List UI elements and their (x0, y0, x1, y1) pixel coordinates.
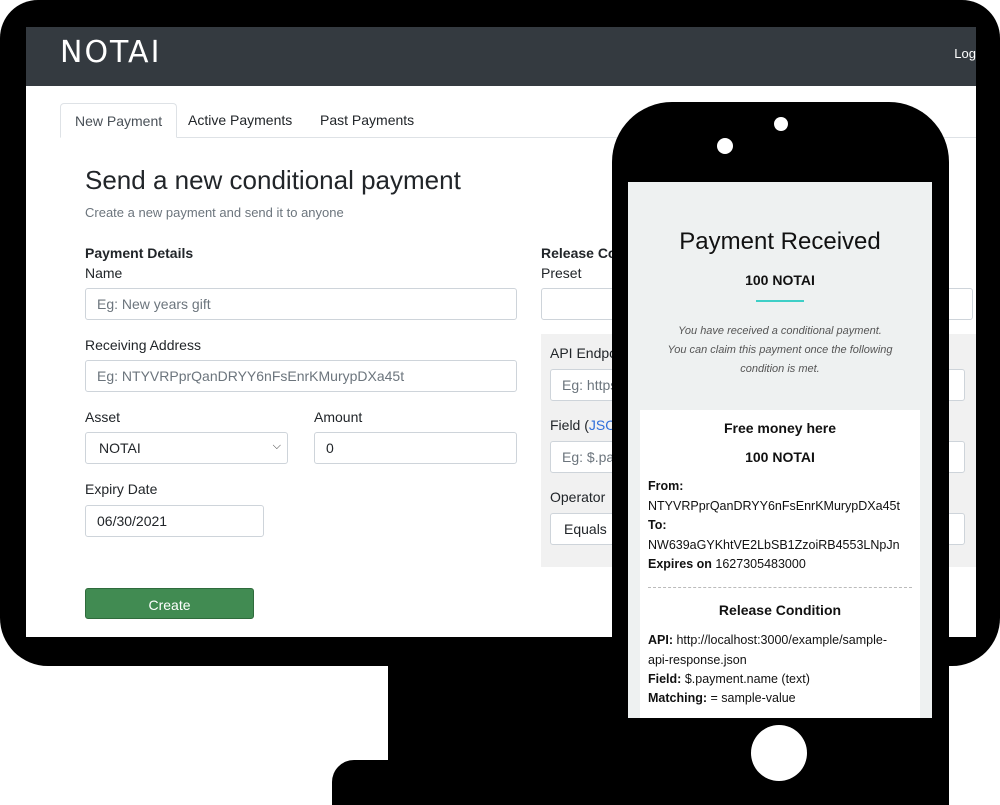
expires-line: Expires on 1627305483000 (648, 557, 806, 571)
tab-past-payments[interactable]: Past Payments (306, 103, 428, 138)
amount-label: Amount (314, 409, 363, 425)
card-title: Free money here (723, 420, 837, 436)
login-link[interactable]: Log (954, 46, 976, 61)
monitor-stand-neck (388, 640, 620, 780)
tab-active-payments[interactable]: Active Payments (174, 103, 306, 138)
card-amount: 100 NOTAI (745, 449, 815, 465)
api-line: API: http://localhost:3000/example/sampl… (648, 633, 888, 647)
asset-select-value: NOTAI (99, 440, 141, 456)
phone-camera (774, 117, 788, 131)
tab-new-payment[interactable]: New Payment (60, 103, 178, 138)
phone-screen: Payment Received 100 NOTAI You have rece… (628, 182, 932, 718)
asset-label: Asset (85, 409, 121, 425)
to-address: NW639aGYKhtVE2LbSB1ZzoiRB4553LNpJn (648, 538, 900, 552)
phone-frame: Payment Received 100 NOTAI You have rece… (612, 102, 949, 805)
preset-label: Preset (541, 265, 582, 281)
api-endpoint-label: API Endpo (550, 345, 617, 361)
receiving-address-input[interactable]: Eg: NTYVRPprQanDRYY6nFsEnrKMurypDXa45t (85, 360, 517, 392)
matching-line: Matching: = sample-value (648, 691, 796, 705)
api-line-continued: api-response.json (648, 653, 747, 667)
monitor-stand-base (332, 760, 632, 805)
phone-home-button[interactable] (751, 725, 807, 781)
release-condition-title: Release Condition (718, 602, 842, 618)
from-address: NTYVRPprQanDRYY6nFsEnrKMurypDXa45t (648, 499, 900, 513)
operator-label: Operator (550, 489, 606, 505)
navbar: NOTAI Log (26, 27, 976, 86)
name-label: Name (85, 265, 123, 281)
brand-logo[interactable]: NOTAI (60, 35, 161, 70)
field-label: Field (JSO (550, 417, 616, 433)
payment-received-title: Payment Received (679, 228, 881, 255)
to-label: To: (648, 518, 667, 532)
expiry-date-label: Expiry Date (85, 481, 158, 497)
name-input[interactable]: Eg: New years gift (85, 288, 517, 320)
payment-message-line: condition is met. (740, 363, 820, 375)
from-label: From: (648, 479, 684, 493)
field-line: Field: $.payment.name (text) (648, 672, 810, 686)
amount-input[interactable]: 0 (314, 432, 517, 464)
payment-message-line: You have received a conditional payment. (678, 325, 882, 337)
payment-received-amount: 100 NOTAI (745, 272, 815, 288)
payment-message-line: You can claim this payment once the foll… (667, 344, 893, 356)
receiving-address-label: Receiving Address (85, 337, 201, 353)
page-title: Send a new conditional payment (85, 165, 461, 195)
operator-select-value: Equals (564, 521, 607, 537)
page-subtitle: Create a new payment and send it to anyo… (85, 205, 344, 220)
expiry-date-input[interactable]: 06/30/2021 (85, 505, 264, 537)
card-divider (648, 587, 912, 588)
phone-sensor (717, 138, 733, 154)
chevron-down-icon: ⌵ (272, 440, 281, 452)
payment-message: You have received a conditional payment.… (648, 322, 912, 379)
accent-divider (756, 300, 804, 302)
payment-details-heading: Payment Details (85, 245, 194, 261)
create-button[interactable]: Create (85, 588, 254, 619)
release-condition-heading: Release Co (541, 245, 617, 261)
asset-select[interactable]: NOTAI ⌵ (85, 432, 288, 464)
payment-card: Free money here 100 NOTAI From: NTYVRPpr… (640, 410, 920, 718)
field-label-text: Field ( (550, 417, 589, 433)
